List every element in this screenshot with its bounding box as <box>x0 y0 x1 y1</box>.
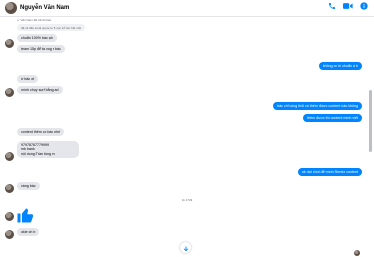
seen-avatar <box>354 250 360 256</box>
conversation-header: Nguyễn Văn Nam <box>0 0 374 17</box>
like-thumb-icon[interactable] <box>16 206 34 229</box>
scroll-to-bottom-button[interactable] <box>180 242 191 253</box>
incoming-message[interactable]: vàng bác <box>17 182 40 190</box>
reply-note: ↩ Văn Nam đã trả lời bạn <box>17 18 52 22</box>
contact-avatar-small[interactable] <box>5 88 14 97</box>
message-line: nội dung:Trần tùng rv <box>21 152 56 157</box>
incoming-message[interactable]: ừ bác ơi <box>17 75 39 83</box>
header-actions <box>328 2 368 10</box>
outgoing-message[interactable]: bác chỉ cùng thôi có thêm được content n… <box>273 102 362 110</box>
incoming-message[interactable]: content thêm cc bác nhé <box>17 128 65 136</box>
scrollbar-thumb[interactable] <box>369 90 372 152</box>
contact-avatar-small[interactable] <box>5 230 14 239</box>
outgoing-message[interactable]: thêm được thì content mình viết <box>303 114 362 122</box>
incoming-message[interactable]: chuẩn 100% bác ạh <box>17 34 57 42</box>
contact-avatar-small[interactable] <box>5 39 14 48</box>
contact-avatar-small[interactable] <box>5 184 14 193</box>
contact-avatar-small[interactable] <box>5 212 14 221</box>
timestamp-divider: 11 1734 <box>181 198 193 202</box>
arrow-down-icon <box>183 239 189 257</box>
quoted-message[interactable]: tất cả đều local quote to 5 cục trở lên … <box>17 24 86 31</box>
contact-name[interactable]: Nguyễn Văn Nam <box>20 3 69 13</box>
contact-avatar-small[interactable] <box>5 152 14 161</box>
outgoing-message[interactable]: không cc bí chuẩn à b <box>318 62 362 70</box>
outgoing-message[interactable]: ok dợi chút để mình Reretz content <box>297 168 362 176</box>
contact-avatar[interactable] <box>5 2 17 14</box>
phone-icon[interactable] <box>328 2 336 10</box>
info-icon[interactable] <box>360 2 368 10</box>
incoming-message-multiline[interactable]: 97978767779999 mb bank nội dung:Trần tùn… <box>17 141 79 159</box>
incoming-message[interactable]: okie ch b <box>17 228 40 236</box>
video-call-icon[interactable] <box>343 2 353 10</box>
incoming-message[interactable]: team 15p để ta vog r bác <box>17 45 65 53</box>
incoming-message[interactable]: mình chụy sụrf bằng ad <box>17 86 63 94</box>
